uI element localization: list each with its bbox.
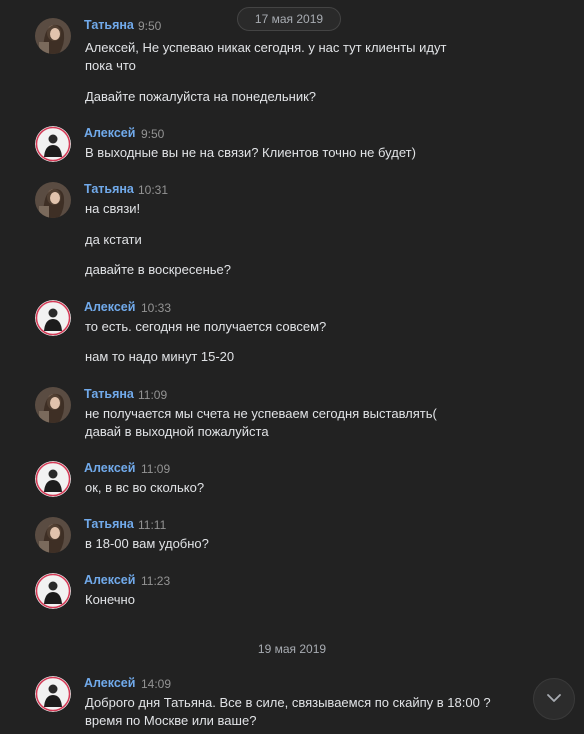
- message-text: давайте в воскресенье?: [85, 262, 232, 277]
- message-text: на связи!: [85, 201, 141, 216]
- date-divider-second: 19 мая 2019: [257, 642, 327, 656]
- message-time: 14:09: [141, 677, 172, 691]
- avatar-aleksei[interactable]: [35, 300, 71, 336]
- date-badge-first: 17 мая 2019: [237, 7, 341, 31]
- message-text: Конечно: [85, 592, 135, 607]
- message-text: Алексей, Не успеваю никак сегодня. у нас…: [85, 40, 447, 55]
- author-name[interactable]: Алексей: [84, 126, 135, 140]
- avatar-tatiana[interactable]: [35, 517, 71, 553]
- avatar-aleksei[interactable]: [35, 676, 71, 712]
- message-time: 11:09: [138, 388, 168, 402]
- message-text: да кстати: [85, 232, 142, 247]
- message-text: пока что: [85, 58, 136, 73]
- message-text: то есть. сегодня не получается совсем?: [85, 319, 327, 334]
- author-name[interactable]: Татьяна: [84, 182, 134, 196]
- message-time: 11:11: [138, 518, 167, 532]
- message-time: 11:23: [141, 574, 171, 588]
- avatar-aleksei[interactable]: [35, 126, 71, 162]
- avatar-tatiana[interactable]: [35, 18, 71, 54]
- author-name[interactable]: Алексей: [84, 573, 135, 587]
- avatar-aleksei[interactable]: [35, 461, 71, 497]
- author-name[interactable]: Алексей: [84, 300, 135, 314]
- message-time: 11:09: [141, 462, 171, 476]
- avatar-tatiana[interactable]: [35, 387, 71, 423]
- message-time: 9:50: [138, 19, 162, 33]
- message-time: 9:50: [141, 127, 165, 141]
- author-name[interactable]: Татьяна: [84, 387, 134, 401]
- author-name[interactable]: Татьяна: [84, 517, 134, 531]
- message-time: 10:31: [138, 183, 169, 197]
- message-text: В выходные вы не на связи? Клиентов точн…: [85, 145, 416, 160]
- message-text: не получается мы счета не успеваем сегод…: [85, 406, 437, 421]
- avatar-tatiana[interactable]: [35, 182, 71, 218]
- author-name[interactable]: Татьяна: [84, 18, 134, 32]
- chevron-down-icon: [546, 690, 562, 708]
- message-text: время по Москве или ваше?: [85, 713, 257, 728]
- message-text: в 18-00 вам удобно?: [85, 536, 209, 551]
- scroll-down-button[interactable]: [533, 678, 575, 720]
- message-text: Доброго дня Татьяна. Все в силе, связыва…: [85, 695, 491, 710]
- author-name[interactable]: Алексей: [84, 676, 135, 690]
- author-name[interactable]: Алексей: [84, 461, 135, 475]
- message-text: ок, в вс во сколько?: [85, 480, 205, 495]
- message-text: Давайте пожалуйста на понедельник?: [85, 89, 316, 104]
- message-text: нам то надо минут 15-20: [85, 349, 235, 364]
- avatar-aleksei[interactable]: [35, 573, 71, 609]
- message-text: давай в выходной пожалуйста: [85, 424, 269, 439]
- message-time: 10:33: [141, 301, 172, 315]
